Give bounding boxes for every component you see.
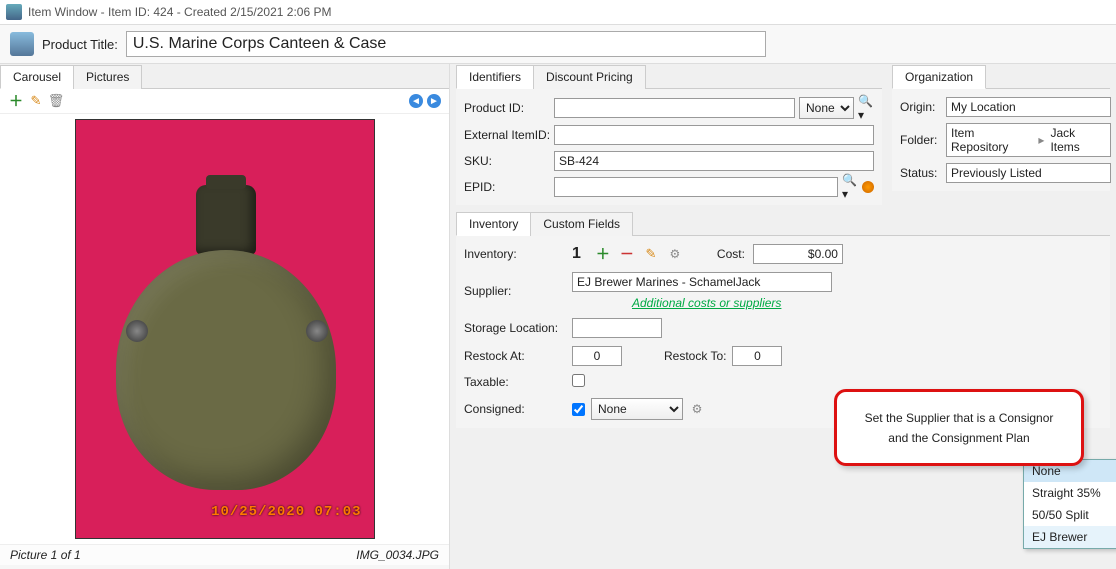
picture-status-bar: Picture 1 of 1 IMG_0034.JPG [0,544,449,565]
tab-organization[interactable]: Organization [892,65,986,89]
window-title-bar: Item Window - Item ID: 424 - Created 2/1… [0,0,1116,25]
status-input[interactable] [946,163,1111,183]
carousel-toolbar: ＋ ✎ 🗑 ◄ ► [0,89,449,114]
product-id-label: Product ID: [464,101,554,115]
epid-label: EPID: [464,180,554,194]
annotation-callout: Set the Supplier that is a Consignor and… [834,389,1084,466]
consigned-checkbox[interactable] [572,403,585,416]
folder-breadcrumb[interactable]: Item Repository ▸ Jack Items [946,123,1111,157]
tab-identifiers[interactable]: Identifiers [456,65,534,89]
folder-leaf: Jack Items [1050,126,1106,154]
callout-text: Set the Supplier that is a Consignor and… [865,411,1054,445]
cost-input[interactable] [753,244,843,264]
sku-label: SKU: [464,154,554,168]
organization-panel: Origin: Folder: Item Repository ▸ Jack I… [892,89,1110,191]
epid-input[interactable] [554,177,838,197]
tab-discount-pricing[interactable]: Discount Pricing [533,65,646,89]
plan-option-split[interactable]: 50/50 Split [1024,504,1116,526]
restock-to-input[interactable] [732,346,782,366]
sku-input[interactable] [554,151,874,171]
tab-inventory[interactable]: Inventory [456,212,531,236]
cost-label: Cost: [717,247,745,261]
additional-costs-link[interactable]: Additional costs or suppliers [632,296,781,310]
window-title: Item Window - Item ID: 424 - Created 2/1… [28,5,331,19]
carousel-pane: Carousel Pictures ＋ ✎ 🗑 ◄ ► 10/25/2020 0… [0,64,450,569]
supplier-label: Supplier: [464,284,572,298]
external-id-input[interactable] [554,125,874,145]
plan-option-ejbrewer[interactable]: EJ Brewer [1024,526,1116,548]
consigned-settings-icon[interactable]: ⚙ [689,401,705,417]
product-icon [10,32,34,56]
web-lookup-icon[interactable] [862,181,874,193]
edit-image-icon[interactable]: ✎ [28,93,44,109]
qty-decrease-icon[interactable]: － [619,246,635,262]
folder-root: Item Repository [951,126,1032,154]
search-icon[interactable]: 🔍▾ [842,179,858,195]
tab-custom-fields[interactable]: Custom Fields [530,212,633,236]
product-title-row: Product Title: [0,25,1116,64]
identifiers-panel: Product ID: None 🔍▾ External ItemID: SKU… [456,89,882,205]
image-display: 10/25/2020 07:03 [0,114,449,544]
app-icon [6,4,22,20]
consigned-plan-select[interactable]: None [591,398,683,420]
restock-at-input[interactable] [572,346,622,366]
folder-label: Folder: [900,133,946,147]
inventory-qty: 1 [572,245,581,263]
origin-input[interactable] [946,97,1111,117]
status-label: Status: [900,166,946,180]
prev-image-icon[interactable]: ◄ [409,94,423,108]
product-title-label: Product Title: [42,37,118,52]
qty-settings-icon[interactable]: ⚙ [667,246,683,262]
add-image-icon[interactable]: ＋ [8,93,24,109]
supplier-input[interactable] [572,272,832,292]
consigned-label: Consigned: [464,402,572,416]
origin-label: Origin: [900,100,946,114]
delete-image-icon[interactable]: 🗑 [48,93,64,109]
consigned-plan-dropdown[interactable]: None Straight 35% 50/50 Split EJ Brewer [1023,459,1116,549]
storage-location-label: Storage Location: [464,321,572,335]
next-image-icon[interactable]: ► [427,94,441,108]
external-id-label: External ItemID: [464,128,554,142]
product-id-type-select[interactable]: None [799,97,854,119]
inventory-qty-label: Inventory: [464,247,572,261]
restock-at-label: Restock At: [464,349,572,363]
photo-datestamp: 10/25/2020 07:03 [211,504,361,520]
plan-option-straight[interactable]: Straight 35% [1024,482,1116,504]
product-photo[interactable]: 10/25/2020 07:03 [75,119,375,539]
picture-counter: Picture 1 of 1 [10,548,81,562]
picture-filename: IMG_0034.JPG [356,548,439,562]
organization-tabset: Organization [892,64,1110,89]
qty-edit-icon[interactable]: ✎ [643,246,659,262]
left-tabset: Carousel Pictures [0,64,449,89]
tab-carousel[interactable]: Carousel [0,65,74,89]
taxable-checkbox[interactable] [572,374,585,387]
product-id-input[interactable] [554,98,795,118]
tab-pictures[interactable]: Pictures [73,65,142,89]
chevron-right-icon: ▸ [1038,133,1044,147]
details-pane: Identifiers Discount Pricing Product ID:… [450,64,1116,569]
restock-to-label: Restock To: [664,349,726,363]
product-title-input[interactable] [126,31,766,57]
inventory-tabset: Inventory Custom Fields [456,211,1110,236]
taxable-label: Taxable: [464,375,572,389]
identifiers-tabset: Identifiers Discount Pricing [456,64,882,89]
search-icon[interactable]: 🔍▾ [858,100,874,116]
qty-increase-icon[interactable]: ＋ [595,246,611,262]
storage-location-input[interactable] [572,318,662,338]
